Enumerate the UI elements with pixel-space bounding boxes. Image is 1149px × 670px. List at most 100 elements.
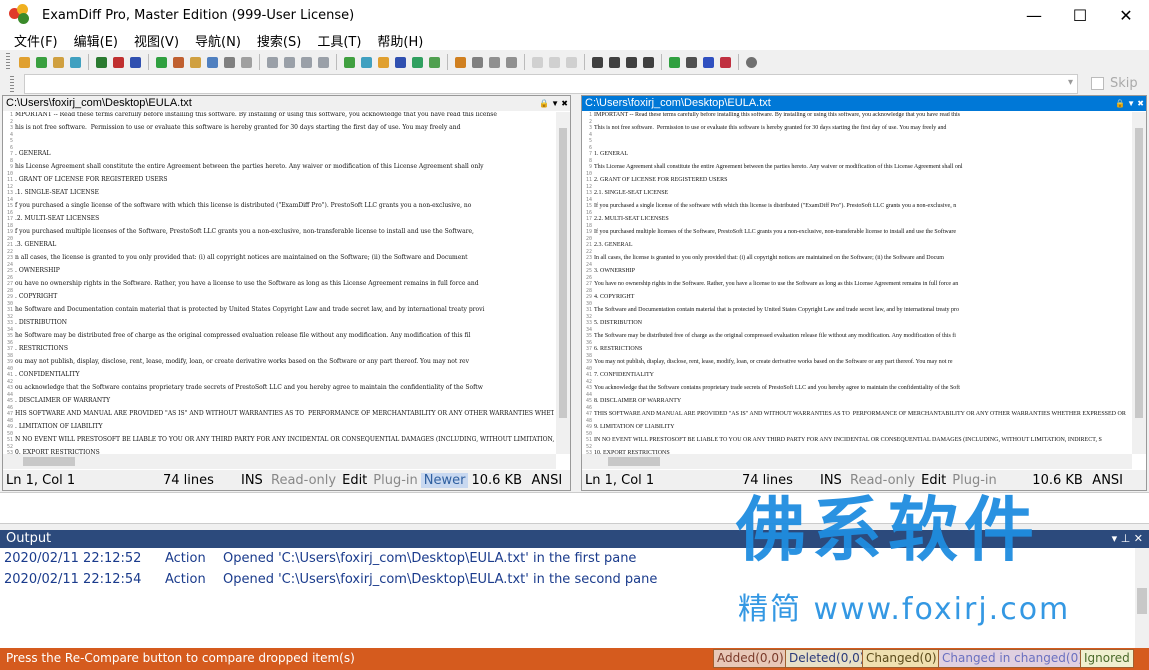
text-line[interactable]: You have no ownership rights in the Soft… <box>594 281 1130 294</box>
find-next-icon[interactable] <box>609 56 620 68</box>
text-line[interactable]: 2.1. SINGLE-SEAT LICENSE <box>594 190 1130 203</box>
left-pane-text[interactable]: MPORTANT -- Read these terms carefully b… <box>15 112 554 454</box>
output-panel-controls[interactable]: ▾ ⊥ ✕ <box>1112 530 1143 548</box>
pencil-icon[interactable] <box>173 56 184 68</box>
filter-options-icon[interactable] <box>472 56 483 68</box>
recompare-icon[interactable] <box>36 56 47 68</box>
legend-ignored[interactable]: Ignored <box>1080 649 1134 668</box>
save-left-icon[interactable] <box>96 56 107 68</box>
output-vertical-scrollbar[interactable] <box>1135 548 1149 648</box>
text-line[interactable]: In all cases, the license is granted to … <box>594 255 1130 268</box>
text-line[interactable]: If you purchased multiple licenses of th… <box>594 229 1130 242</box>
text-line[interactable]: f you purchased multiple licenses of the… <box>15 228 554 242</box>
text-line[interactable]: You acknowledge that the Software contai… <box>594 385 1130 398</box>
check-icon[interactable] <box>429 56 440 68</box>
list-icon[interactable] <box>686 56 697 68</box>
legend-deleted[interactable]: Deleted(0,0) <box>785 649 869 668</box>
skip-checkbox[interactable]: Skip <box>1091 76 1138 91</box>
pane-header-icons[interactable]: 🔒 ▼ ✖ <box>1115 97 1144 111</box>
pane-header-icons[interactable]: 🔒 ▼ ✖ <box>539 97 568 111</box>
menu-file[interactable]: 文件(F) <box>6 31 66 50</box>
scroll-thumb[interactable] <box>1135 128 1143 418</box>
replace-icon[interactable] <box>643 56 654 68</box>
prev-diff-icon[interactable] <box>532 56 543 68</box>
log-row[interactable]: 2020/02/11 22:12:52 Action Opened 'C:\Us… <box>4 551 636 571</box>
first-diff-icon[interactable] <box>566 56 577 68</box>
copy-icon[interactable] <box>207 56 218 68</box>
text-line[interactable] <box>594 138 1130 151</box>
text-line[interactable]: IN NO EVENT WILL PRESTOSOFT BE LIABLE TO… <box>594 437 1130 450</box>
text-line[interactable]: If you purchased a single license of the… <box>594 203 1130 216</box>
text-line[interactable]: 9. LIMITATION OF LIABILITY <box>594 424 1130 437</box>
text-line[interactable]: his is not free software. Permission to … <box>15 124 554 138</box>
text-line[interactable]: 1. GENERAL <box>594 151 1130 164</box>
left-pane[interactable]: C:\Users\foxirj_com\Desktop\EULA.txt 🔒 ▼… <box>2 95 571 491</box>
merge-icon[interactable] <box>703 56 714 68</box>
text-line[interactable]: You may not publish, display, disclose, … <box>594 359 1130 372</box>
right-vertical-scrollbar[interactable] <box>1132 112 1146 454</box>
swap-icon[interactable] <box>53 56 64 68</box>
print-preview-icon[interactable] <box>241 56 252 68</box>
legend-changed[interactable]: Changed(0) <box>862 649 941 668</box>
lock-icon[interactable] <box>190 56 201 68</box>
scroll-thumb[interactable] <box>1137 588 1147 614</box>
arrow-left-icon[interactable] <box>318 56 329 68</box>
menu-view[interactable]: 视图(V) <box>126 31 187 50</box>
search-grip[interactable] <box>10 76 14 94</box>
pane-splitter[interactable] <box>571 95 581 491</box>
edit-icon[interactable] <box>156 56 167 68</box>
text-line[interactable]: n all cases, the license is granted to y… <box>15 254 554 268</box>
text-line[interactable]: ou have no ownership rights in the Softw… <box>15 280 554 294</box>
undo-icon[interactable] <box>267 56 278 68</box>
text-line[interactable]: IMPORTANT -- Read these terms carefully … <box>594 112 1130 125</box>
text-line[interactable]: 6. RESTRICTIONS <box>594 346 1130 359</box>
scroll-thumb[interactable] <box>559 128 567 418</box>
menu-tools[interactable]: 工具(T) <box>309 31 369 50</box>
minimize-button[interactable]: — <box>1011 0 1057 30</box>
chevron-down-icon[interactable]: ▾ <box>1068 77 1073 88</box>
search-input[interactable]: ▾ <box>24 74 1078 94</box>
menu-navigate[interactable]: 导航(N) <box>187 31 249 50</box>
text-line[interactable]: This is not free software. Permission to… <box>594 125 1130 138</box>
menu-edit[interactable]: 编辑(E) <box>66 31 126 50</box>
layout-split-icon[interactable] <box>361 56 372 68</box>
text-line[interactable]: 8. DISCLAIMER OF WARRANTY <box>594 398 1130 411</box>
report-icon[interactable] <box>720 56 731 68</box>
text-line[interactable]: 2.3. GENERAL <box>594 242 1130 255</box>
layout-vertical-icon[interactable] <box>395 56 406 68</box>
diff-line-view[interactable] <box>0 492 1149 524</box>
right-pane[interactable]: C:\Users\foxirj_com\Desktop\EULA.txt 🔒 ▼… <box>581 95 1147 491</box>
scroll-thumb[interactable] <box>23 457 75 466</box>
save-all-icon[interactable] <box>130 56 141 68</box>
save-right-icon[interactable] <box>113 56 124 68</box>
sync-icon[interactable] <box>669 56 680 68</box>
text-line[interactable]: he Software may be distributed free of c… <box>15 332 554 346</box>
text-line[interactable]: 4. COPYRIGHT <box>594 294 1130 307</box>
left-vertical-scrollbar[interactable] <box>556 112 570 454</box>
filter-add-icon[interactable] <box>489 56 500 68</box>
legend-added[interactable]: Added(0,0) <box>713 649 788 668</box>
layout-icon[interactable] <box>344 56 355 68</box>
binoculars-icon[interactable] <box>592 56 603 68</box>
log-row[interactable]: 2020/02/11 22:12:54 Action Opened 'C:\Us… <box>4 572 657 592</box>
text-line[interactable]: he Software and Documentation contain ma… <box>15 306 554 320</box>
text-line[interactable]: 3. OWNERSHIP <box>594 268 1130 281</box>
refresh-icon[interactable] <box>70 56 81 68</box>
scroll-thumb[interactable] <box>608 457 660 466</box>
left-horizontal-scrollbar[interactable] <box>3 454 556 469</box>
print-icon[interactable] <box>224 56 235 68</box>
gear-icon[interactable] <box>746 56 757 68</box>
close-button[interactable]: ✕ <box>1103 0 1149 30</box>
text-line[interactable]: ou may not publish, display, disclose, r… <box>15 358 554 372</box>
text-line[interactable]: 2.2. MULTI-SEAT LICENSES <box>594 216 1130 229</box>
layout-horizontal-icon[interactable] <box>378 56 389 68</box>
text-line[interactable]: 7. CONFIDENTIALITY <box>594 372 1130 385</box>
filter-icon[interactable] <box>455 56 466 68</box>
next-diff-icon[interactable] <box>549 56 560 68</box>
text-line[interactable] <box>15 138 554 151</box>
arrow-right-icon[interactable] <box>301 56 312 68</box>
find-prev-icon[interactable] <box>626 56 637 68</box>
right-horizontal-scrollbar[interactable] <box>582 454 1132 469</box>
menu-search[interactable]: 搜索(S) <box>249 31 309 50</box>
text-line[interactable]: The Software and Documentation contain m… <box>594 307 1130 320</box>
